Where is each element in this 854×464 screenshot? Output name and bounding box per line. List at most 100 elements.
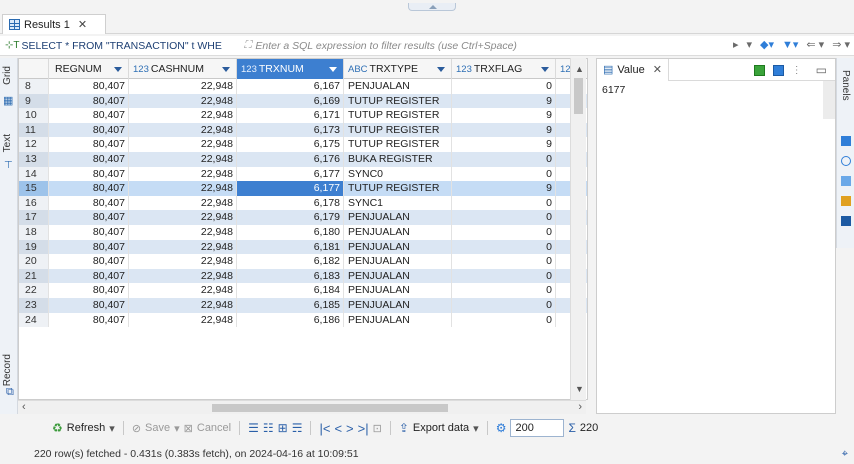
cell-type[interactable]: PENJUALAN [344,297,452,313]
cell-reg[interactable]: 80,407 [49,268,129,284]
table-row[interactable]: 16 80,407 22,948 6,178 SYNC1 0 [19,195,587,211]
row-number[interactable]: 18 [19,224,49,240]
table-row[interactable]: 24 80,407 22,948 6,186 PENJUALAN 0 [19,312,587,328]
cell-reg[interactable]: 80,407 [49,239,129,255]
cell-reg[interactable]: 80,407 [49,210,129,225]
cell-trx[interactable]: 6,177 [237,166,344,182]
value-scrollbar[interactable] [823,81,835,119]
minimize-icon[interactable]: ▭ [816,63,827,77]
cell-cash[interactable]: 22,948 [129,224,237,240]
cell-cash[interactable]: 22,948 [129,312,237,328]
cell-type[interactable]: BUKA REGISTER [344,151,452,167]
chevron-down-icon[interactable]: ▾ [174,422,180,435]
cell-reg[interactable]: 80,407 [49,254,129,269]
column-header-trxtype[interactable]: ABC TRXTYPE [344,59,452,79]
cell-cash[interactable]: 22,948 [129,122,237,138]
save-icon[interactable] [753,64,765,76]
row-number[interactable]: 12 [19,137,49,152]
cell-cash[interactable]: 22,948 [129,239,237,255]
cell-reg[interactable]: 80,407 [49,151,129,167]
cell-type[interactable]: SYNC1 [344,195,452,211]
table-row[interactable]: 20 80,407 22,948 6,182 PENJUALAN 0 [19,254,587,269]
back-icon[interactable]: ⇐ ▾ [806,38,824,51]
tab-results-1[interactable]: Results 1 ✕ [2,14,106,34]
cell-cash[interactable]: 22,948 [129,268,237,284]
calculator-icon[interactable] [841,156,851,166]
cell-reg[interactable]: 80,407 [49,79,129,94]
cell-trx[interactable]: 6,186 [237,312,344,328]
row-number[interactable]: 16 [19,195,49,211]
close-icon[interactable]: ✕ [78,18,87,31]
cell-flag[interactable]: 0 [452,254,556,269]
cell-cash[interactable]: 22,948 [129,195,237,211]
table-row[interactable]: 9 80,407 22,948 6,169 TUTUP REGISTER 9 [19,93,587,109]
cell-cash[interactable]: 22,948 [129,93,237,109]
previous-button[interactable]: < [334,421,342,436]
cell-type[interactable]: PENJUALAN [344,79,452,94]
sort-dropdown-icon[interactable] [329,67,337,72]
cell-reg[interactable]: 80,407 [49,166,129,182]
cell-flag[interactable]: 0 [452,210,556,225]
sort-dropdown-icon[interactable] [541,67,549,72]
cell-type[interactable]: PENJUALAN [344,283,452,298]
last-page-button[interactable]: >| [358,421,369,436]
row-number[interactable]: 23 [19,297,49,313]
cell-trx[interactable]: 6,167 [237,79,344,94]
scroll-thumb[interactable] [574,78,583,114]
forward-icon[interactable]: ⇒ ▾ [832,38,850,51]
history-dropdown-icon[interactable]: ▾ [746,38,752,51]
row-number[interactable]: 17 [19,210,49,225]
text-mode-icon[interactable]: ⊤ [4,160,13,171]
cell-trx[interactable]: 6,184 [237,283,344,298]
scroll-thumb-horizontal[interactable] [212,404,448,412]
cell-type[interactable]: TUTUP REGISTER [344,137,452,152]
cell-flag[interactable]: 0 [452,79,556,94]
table-row[interactable]: 10 80,407 22,948 6,171 TUTUP REGISTER 9 [19,108,587,123]
pin-icon[interactable]: ⌖ [842,448,848,461]
panel-icon[interactable] [841,136,851,146]
cell-flag[interactable]: 9 [452,93,556,109]
row-number[interactable]: 13 [19,151,49,167]
cell-flag[interactable]: 0 [452,297,556,313]
text-mode-tab[interactable]: Text [2,134,13,152]
row-number[interactable]: 11 [19,122,49,138]
table-row[interactable]: 13 80,407 22,948 6,176 BUKA REGISTER 0 [19,151,587,167]
cell-cash[interactable]: 22,948 [129,297,237,313]
row-number[interactable]: 20 [19,254,49,269]
groupings-icon[interactable] [841,176,851,186]
eraser-icon[interactable]: ◆▾ [760,38,774,51]
references-icon[interactable] [841,216,851,226]
chevron-down-icon[interactable]: ▾ [473,422,479,435]
cell-flag[interactable]: 0 [452,151,556,167]
cell-reg[interactable]: 80,407 [49,312,129,328]
value-content[interactable]: 6177 [597,81,835,99]
cell-cash[interactable]: 22,948 [129,137,237,152]
export-data-button[interactable]: ⇪ Export data ▾ [399,421,479,435]
cell-trx[interactable]: 6,173 [237,122,344,138]
row-number[interactable]: 10 [19,108,49,123]
table-row[interactable]: 14 80,407 22,948 6,177 SYNC0 0 [19,166,587,182]
cell-trx[interactable]: 6,180 [237,224,344,240]
record-icon[interactable]: ⧉ [6,386,14,399]
sort-dropdown-icon[interactable] [114,67,122,72]
panels-label[interactable]: Panels [840,70,851,101]
cell-type[interactable]: PENJUALAN [344,268,452,284]
cell-trx[interactable]: 6,178 [237,195,344,211]
cell-trx[interactable]: 6,185 [237,297,344,313]
row-number[interactable]: 15 [19,181,49,196]
grid-mode-tab[interactable]: Grid [2,66,13,85]
cell-trx[interactable]: 6,179 [237,210,344,225]
delete-row-button[interactable]: ☴ [292,421,303,435]
sort-dropdown-icon[interactable] [437,67,445,72]
horizontal-scrollbar[interactable]: ‹ › [18,400,586,414]
column-header-cashnum[interactable]: 123 CASHNUM [129,59,237,79]
table-row[interactable]: 22 80,407 22,948 6,184 PENJUALAN 0 [19,283,587,298]
sql-query-label[interactable]: ⊹T SELECT * FROM "TRANSACTION" t WHE [0,40,244,52]
cell-flag[interactable]: 9 [452,122,556,138]
cell-cash[interactable]: 22,948 [129,108,237,123]
column-header-regnum[interactable]: REGNUM [49,59,129,79]
cell-trx[interactable]: 6,176 [237,151,344,167]
auto-apply-icon[interactable] [772,64,784,76]
collapse-panel-handle[interactable] [408,3,456,11]
table-row[interactable]: 12 80,407 22,948 6,175 TUTUP REGISTER 9 [19,137,587,152]
